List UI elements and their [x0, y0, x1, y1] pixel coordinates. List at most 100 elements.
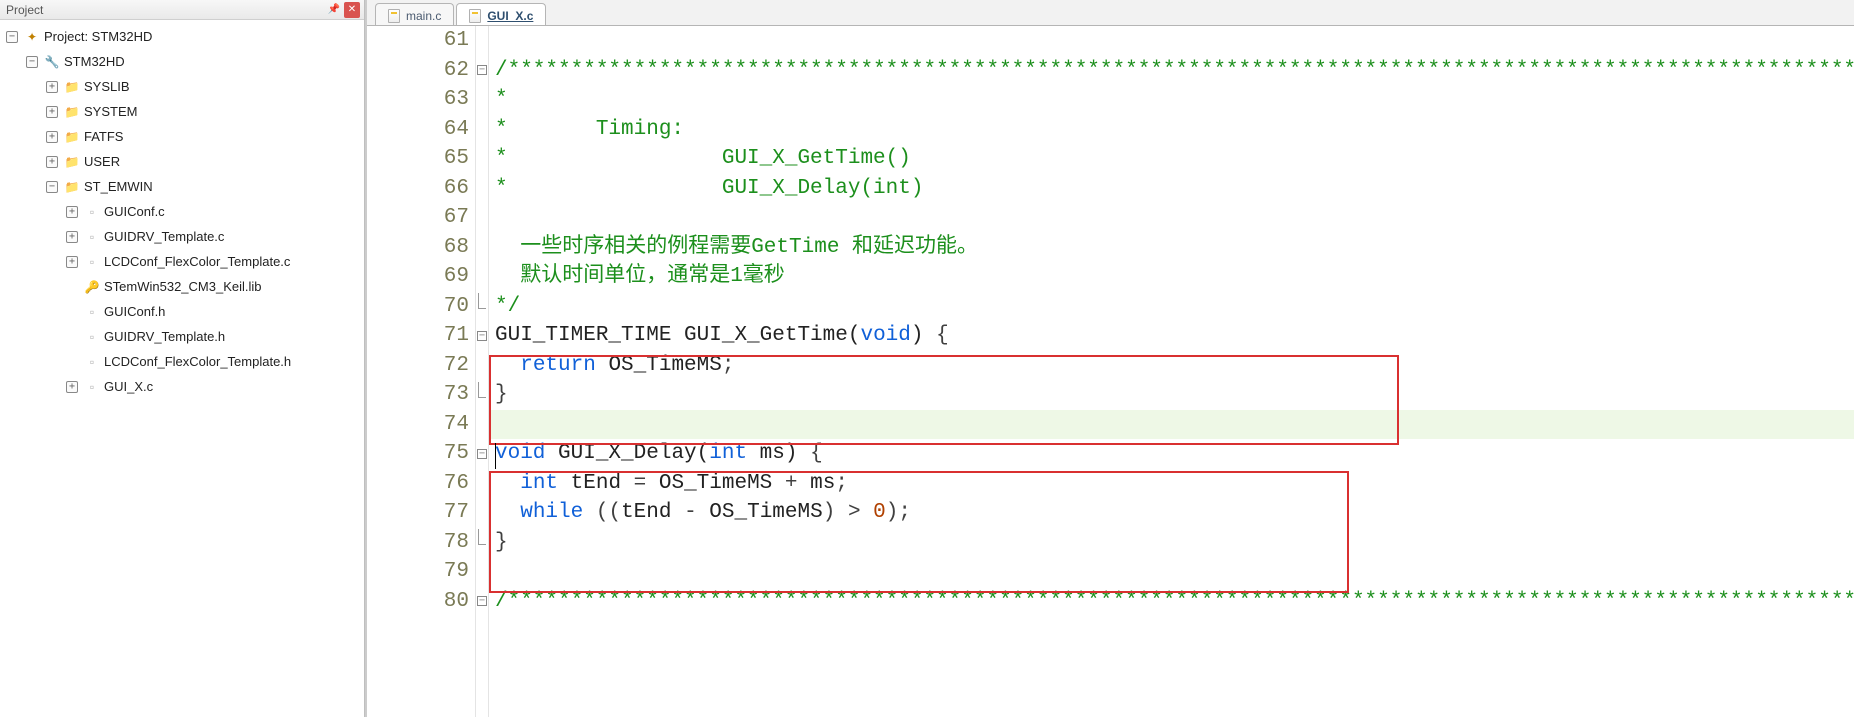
line-number: 71: [367, 321, 471, 351]
code-line[interactable]: }: [489, 528, 1854, 558]
fold-cell[interactable]: −: [476, 587, 488, 617]
token-ident: ): [911, 324, 936, 347]
code-content[interactable]: /***************************************…: [489, 26, 1854, 717]
tree-item-SYSTEM[interactable]: +📁SYSTEM: [6, 99, 364, 124]
folder-icon: 📁: [64, 129, 80, 145]
fold-cell: [476, 380, 488, 410]
line-number: 72: [367, 351, 471, 381]
tab-GUI_X-c[interactable]: GUI_X.c: [456, 3, 546, 25]
expand-icon[interactable]: +: [66, 256, 78, 268]
code-line[interactable]: void GUI_X_Delay(int ms) {: [489, 439, 1854, 469]
tree-item-label: ST_EMWIN: [84, 179, 153, 194]
fold-cell: [476, 115, 488, 145]
tree-item-LCDConf_FlexColor_Template-c[interactable]: +▫LCDConf_FlexColor_Template.c: [6, 249, 364, 274]
fold-minus-icon[interactable]: −: [477, 449, 487, 459]
code-line[interactable]: * GUI_X_Delay(int): [489, 174, 1854, 204]
expand-icon[interactable]: +: [46, 81, 58, 93]
expand-icon[interactable]: +: [46, 106, 58, 118]
code-line[interactable]: while ((tEnd - OS_TimeMS) > 0);: [489, 498, 1854, 528]
tree-item-GUI_X-c[interactable]: +▫GUI_X.c: [6, 374, 364, 399]
token-comment: 默认时间单位，通常是1毫秒: [495, 265, 785, 288]
line-number: 79: [367, 557, 471, 587]
twisty-spacer: [66, 356, 78, 368]
code-line[interactable]: }: [489, 380, 1854, 410]
fold-cell[interactable]: −: [476, 439, 488, 469]
expand-icon[interactable]: +: [66, 381, 78, 393]
line-number: 73: [367, 380, 471, 410]
code-line[interactable]: [489, 410, 1854, 440]
tree-item-SYSLIB[interactable]: +📁SYSLIB: [6, 74, 364, 99]
tree-item-USER[interactable]: +📁USER: [6, 149, 364, 174]
close-panel-button[interactable]: ✕: [344, 2, 360, 18]
fold-cell[interactable]: −: [476, 321, 488, 351]
tree-item-ST_EMWIN[interactable]: −📁 ST_EMWIN: [6, 174, 364, 199]
code-line[interactable]: [489, 557, 1854, 587]
fold-cell: [476, 26, 488, 56]
token-ident: GUI_X_Delay(: [545, 442, 709, 465]
tree-item-label: GUI_X.c: [104, 379, 153, 394]
fold-end-icon: [478, 293, 486, 309]
fold-minus-icon[interactable]: −: [477, 65, 487, 75]
code-line[interactable]: * Timing:: [489, 115, 1854, 145]
expand-icon[interactable]: +: [66, 206, 78, 218]
code-line[interactable]: return OS_TimeMS;: [489, 351, 1854, 381]
token-punc: {: [810, 442, 823, 465]
expand-icon[interactable]: +: [46, 131, 58, 143]
tree-item-Project-STM32HD[interactable]: −✦Project: STM32HD: [6, 24, 364, 49]
tree-item-GUIConf-c[interactable]: +▫GUIConf.c: [6, 199, 364, 224]
code-line[interactable]: /***************************************…: [489, 56, 1854, 86]
line-number: 69: [367, 262, 471, 292]
project-tree[interactable]: −✦Project: STM32HD−🔧STM32HD+📁SYSLIB+📁SYS…: [0, 20, 364, 717]
tree-item-STemWin532_CM3_Keil-lib[interactable]: 🔑STemWin532_CM3_Keil.lib: [6, 274, 364, 299]
token-ident: OS_TimeMS: [646, 472, 785, 495]
code-area[interactable]: 6162636465666768697071727374757677787980…: [367, 26, 1854, 717]
line-number: 66: [367, 174, 471, 204]
code-line[interactable]: GUI_TIMER_TIME GUI_X_GetTime(void) {: [489, 321, 1854, 351]
fold-cell: [476, 528, 488, 558]
code-line[interactable]: [489, 26, 1854, 56]
collapse-icon[interactable]: −: [6, 31, 18, 43]
code-line[interactable]: [489, 203, 1854, 233]
expand-icon[interactable]: +: [46, 156, 58, 168]
code-line[interactable]: *: [489, 85, 1854, 115]
tree-item-label: Project: STM32HD: [44, 29, 152, 44]
line-number: 78: [367, 528, 471, 558]
libfile-icon: 🔑: [84, 279, 100, 295]
folder-icon: 📁: [64, 179, 80, 195]
code-line[interactable]: * GUI_X_GetTime(): [489, 144, 1854, 174]
tree-item-label: GUIDRV_Template.h: [104, 329, 225, 344]
fold-minus-icon[interactable]: −: [477, 596, 487, 606]
collapse-icon[interactable]: −: [26, 56, 38, 68]
code-line[interactable]: int tEnd = OS_TimeMS + ms;: [489, 469, 1854, 499]
fold-cell: [476, 85, 488, 115]
file-icon: [469, 9, 481, 23]
fold-column[interactable]: − − − −: [475, 26, 489, 717]
expand-icon[interactable]: +: [66, 231, 78, 243]
tree-item-FATFS[interactable]: +📁FATFS: [6, 124, 364, 149]
collapse-icon[interactable]: −: [46, 181, 58, 193]
tab-main-c[interactable]: main.c: [375, 3, 454, 25]
fold-cell[interactable]: −: [476, 56, 488, 86]
pin-button[interactable]: 📌: [326, 2, 342, 18]
code-line[interactable]: 一些时序相关的例程需要GetTime 和延迟功能。: [489, 233, 1854, 263]
tree-item-GUIDRV_Template-c[interactable]: +▫GUIDRV_Template.c: [6, 224, 364, 249]
fold-cell: [476, 557, 488, 587]
token-punc: +: [785, 472, 798, 495]
token-ident: [495, 501, 520, 524]
line-number-gutter: 6162636465666768697071727374757677787980: [367, 26, 475, 717]
code-line[interactable]: /***************************************…: [489, 587, 1854, 617]
tree-item-LCDConf_FlexColor_Template-h[interactable]: ▫LCDConf_FlexColor_Template.h: [6, 349, 364, 374]
tree-item-GUIDRV_Template-h[interactable]: ▫GUIDRV_Template.h: [6, 324, 364, 349]
line-number: 68: [367, 233, 471, 263]
tree-item-STM32HD[interactable]: −🔧STM32HD: [6, 49, 364, 74]
file-icon: [388, 9, 400, 23]
target-icon: 🔧: [44, 54, 60, 70]
tree-item-label: USER: [84, 154, 120, 169]
line-number: 63: [367, 85, 471, 115]
line-number: 76: [367, 469, 471, 499]
token-comment: */: [495, 295, 520, 318]
code-line[interactable]: 默认时间单位，通常是1毫秒: [489, 262, 1854, 292]
code-line[interactable]: */: [489, 292, 1854, 322]
fold-minus-icon[interactable]: −: [477, 331, 487, 341]
tree-item-GUIConf-h[interactable]: ▫GUIConf.h: [6, 299, 364, 324]
